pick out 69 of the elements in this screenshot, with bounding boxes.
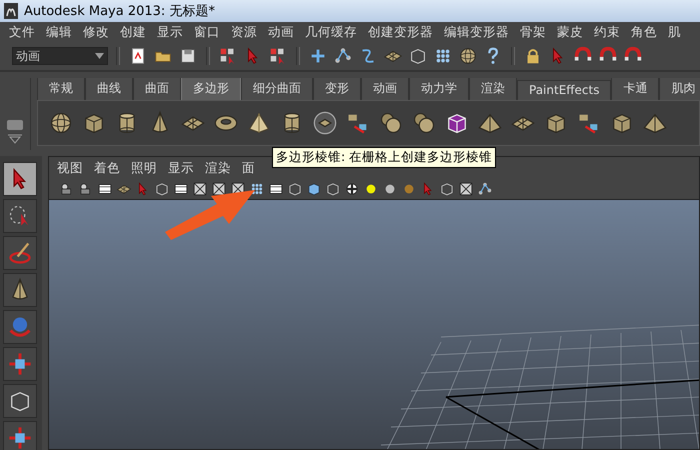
checker-ball-icon[interactable] bbox=[344, 181, 360, 197]
menu-item[interactable]: 修改 bbox=[83, 24, 109, 40]
caret-icon bbox=[95, 53, 104, 59]
panel-menu-item[interactable]: 着色 bbox=[94, 160, 120, 176]
wire-cube-icon[interactable] bbox=[287, 181, 303, 197]
tool-button[interactable] bbox=[3, 384, 37, 418]
menu-item[interactable]: 显示 bbox=[157, 24, 183, 40]
wire-cube-icon[interactable] bbox=[408, 46, 428, 66]
wire-cube-icon[interactable] bbox=[439, 181, 455, 197]
dot-grid-icon[interactable] bbox=[249, 181, 265, 197]
app-logo-icon bbox=[4, 3, 18, 19]
save-icon[interactable] bbox=[178, 46, 198, 66]
panel-menu-item[interactable]: 渲染 bbox=[205, 160, 231, 176]
menu-item[interactable]: 动画 bbox=[268, 24, 294, 40]
tool-button[interactable] bbox=[3, 347, 37, 381]
sphere-icon[interactable] bbox=[458, 46, 478, 66]
pyramid-icon[interactable] bbox=[246, 110, 272, 136]
paint-brush-icon bbox=[7, 240, 33, 266]
shelf-tab[interactable]: 曲面 bbox=[133, 78, 181, 100]
menu-item[interactable]: 约束 bbox=[594, 24, 620, 40]
panel-menu-item[interactable]: 视图 bbox=[57, 160, 83, 176]
crossed-frame-icon[interactable] bbox=[458, 181, 474, 197]
menu-item[interactable]: 编辑 bbox=[46, 24, 72, 40]
menu-item[interactable]: 资源 bbox=[231, 24, 257, 40]
menu-item[interactable]: 几何缓存 bbox=[305, 24, 357, 40]
menu-item[interactable]: 肌 bbox=[668, 24, 681, 40]
menu-item[interactable]: 骨架 bbox=[520, 24, 546, 40]
menu-item[interactable]: 编辑变形器 bbox=[444, 24, 509, 40]
wire-cube-icon[interactable] bbox=[154, 181, 170, 197]
menu-item[interactable]: 创建 bbox=[120, 24, 146, 40]
shelf-tab[interactable]: 动画 bbox=[361, 78, 409, 100]
shelf-tab[interactable]: 变形 bbox=[313, 78, 361, 100]
panel-menu-item[interactable]: 面 bbox=[242, 160, 255, 176]
menu-item[interactable]: 窗口 bbox=[194, 24, 220, 40]
tooltip: 多边形棱锥: 在栅格上创建多边形棱锥 bbox=[272, 147, 496, 168]
shaded-cube-icon[interactable] bbox=[306, 181, 322, 197]
menu-set-dropdown[interactable]: 动画 bbox=[12, 47, 108, 65]
tool-button[interactable] bbox=[3, 421, 37, 450]
shelf-tab[interactable]: 曲线 bbox=[85, 78, 133, 100]
menu-item[interactable]: 角色 bbox=[631, 24, 657, 40]
menu-item[interactable]: 蒙皮 bbox=[557, 24, 583, 40]
nodes-icon[interactable] bbox=[477, 181, 493, 197]
shelf-tab[interactable]: PaintEffects bbox=[517, 80, 612, 100]
shelf-tab[interactable]: 细分曲面 bbox=[241, 78, 313, 100]
move-icon bbox=[7, 425, 33, 450]
shelf-tab[interactable]: 渲染 bbox=[469, 78, 517, 100]
shelf-tab[interactable]: 常规 bbox=[37, 78, 85, 100]
nodes-icon[interactable] bbox=[333, 46, 353, 66]
wire-cube-icon[interactable] bbox=[325, 181, 341, 197]
shelf-tab[interactable]: 肌肉 bbox=[659, 78, 700, 100]
tool-button[interactable] bbox=[3, 273, 37, 307]
panel-menu-item[interactable]: 显示 bbox=[168, 160, 194, 176]
shelf-tab[interactable]: 卡通 bbox=[611, 78, 660, 100]
crossed-frame-icon[interactable] bbox=[211, 181, 227, 197]
panel-menu-item[interactable]: 照明 bbox=[131, 160, 157, 176]
shelf-tab[interactable]: 动力学 bbox=[409, 78, 469, 100]
shelf-tab[interactable]: 多边形 bbox=[181, 78, 241, 100]
window-title: Autodesk Maya 2013: 无标题* bbox=[24, 3, 215, 20]
tool-button[interactable] bbox=[3, 236, 37, 270]
tool-button[interactable] bbox=[3, 162, 37, 196]
circled-plane-icon[interactable] bbox=[312, 110, 338, 136]
shelf-menu-icon[interactable] bbox=[8, 134, 22, 144]
move-icon bbox=[7, 351, 33, 377]
spheres-icon[interactable] bbox=[378, 110, 404, 136]
menu-item[interactable]: 创建变形器 bbox=[368, 24, 433, 40]
crossed-frame-icon[interactable] bbox=[192, 181, 208, 197]
menu-item[interactable]: 文件 bbox=[9, 24, 35, 40]
spheres-icon[interactable] bbox=[411, 110, 437, 136]
sphere-icon[interactable] bbox=[48, 110, 74, 136]
